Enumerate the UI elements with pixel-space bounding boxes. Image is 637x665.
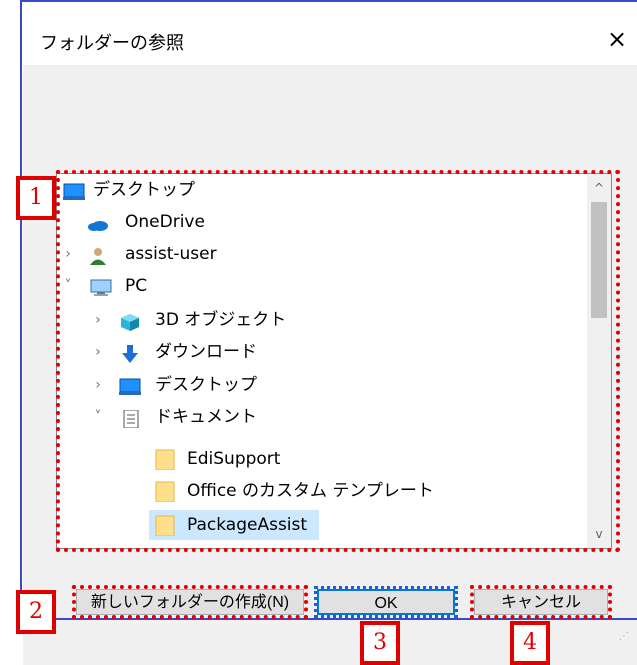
tree-item-onedrive[interactable]: OneDrive xyxy=(57,207,584,237)
chevron-right-icon[interactable]: › xyxy=(91,337,105,367)
cancel-button[interactable]: キャンセル xyxy=(474,589,608,615)
document-icon xyxy=(121,408,143,429)
desktop-icon xyxy=(119,376,141,395)
chevron-down-icon[interactable]: ˅ xyxy=(61,271,75,301)
folder-icon xyxy=(155,449,177,471)
folder-icon xyxy=(155,515,177,537)
cube-icon xyxy=(119,311,141,331)
tree-item-label: デスクトップ xyxy=(155,375,257,395)
tree-item-assist-user[interactable]: › assist-user xyxy=(57,239,584,269)
close-icon[interactable]: × xyxy=(600,22,634,56)
tree-item-desktop[interactable]: デスクトップ xyxy=(57,175,584,205)
tree-item-label: Office のカスタム テンプレート xyxy=(187,481,434,501)
window-border-bottom xyxy=(20,618,637,620)
folder-browse-dialog: フォルダーの参照 × デスクトップ OneDrive › assist-user xyxy=(0,0,637,665)
scroll-down-icon[interactable]: v xyxy=(587,522,611,546)
tree-item-label: PC xyxy=(125,276,148,296)
tree-item-pc[interactable]: ˅ PC xyxy=(57,271,584,301)
user-icon xyxy=(87,245,109,265)
tree-item-desktop-2[interactable]: › デスクトップ xyxy=(57,370,584,400)
tree-item-label: デスクトップ xyxy=(93,180,195,200)
tree-item-label: EdiSupport xyxy=(187,449,281,469)
new-folder-button[interactable]: 新しいフォルダーの作成(N) xyxy=(76,589,304,615)
chevron-down-icon[interactable]: ˅ xyxy=(91,402,105,432)
resize-grip-icon[interactable]: ⋰ xyxy=(619,631,633,645)
chevron-right-icon[interactable]: › xyxy=(91,370,105,400)
window-border-top xyxy=(20,0,637,2)
tree-item-label: ダウンロード xyxy=(155,342,257,362)
cloud-icon xyxy=(87,213,109,231)
dialog-title: フォルダーの参照 xyxy=(40,33,184,54)
tree-item-office-templates[interactable]: Office のカスタム テンプレート xyxy=(57,476,584,506)
tree-item-label: 3D オブジェクト xyxy=(155,310,287,330)
tree-item-downloads[interactable]: › ダウンロード xyxy=(57,337,584,367)
chevron-right-icon[interactable]: › xyxy=(91,305,105,335)
download-icon xyxy=(119,343,141,363)
tree-item-edisupport[interactable]: EdiSupport xyxy=(57,444,584,474)
desktop-icon xyxy=(63,181,85,200)
tree-item-label: OneDrive xyxy=(125,212,205,232)
callout-number-3: 3 xyxy=(360,621,400,665)
tree-item-documents[interactable]: ˅ ドキュメント xyxy=(57,402,584,432)
callout-number-2: 2 xyxy=(16,590,56,634)
tree-item-label: ドキュメント xyxy=(155,407,257,427)
chevron-right-icon[interactable]: › xyxy=(61,239,75,269)
folder-icon xyxy=(155,481,177,503)
tree-item-packageassist[interactable]: PackageAssist xyxy=(149,510,319,540)
folder-tree[interactable]: デスクトップ OneDrive › assist-user ˅ PC › 3D … xyxy=(56,173,612,549)
ok-button[interactable]: OK xyxy=(317,589,455,615)
callout-number-1: 1 xyxy=(16,176,56,220)
pc-icon xyxy=(89,277,112,296)
scroll-thumb[interactable] xyxy=(591,202,607,318)
callout-number-4: 4 xyxy=(510,621,550,665)
scroll-up-icon[interactable]: ^ xyxy=(587,176,611,200)
vertical-scrollbar[interactable]: ^ v xyxy=(587,174,611,548)
tree-item-label: assist-user xyxy=(125,244,217,264)
tree-item-label: PackageAssist xyxy=(187,515,308,535)
tree-item-3d-objects[interactable]: › 3D オブジェクト xyxy=(57,305,584,335)
window-border-left xyxy=(20,0,22,620)
